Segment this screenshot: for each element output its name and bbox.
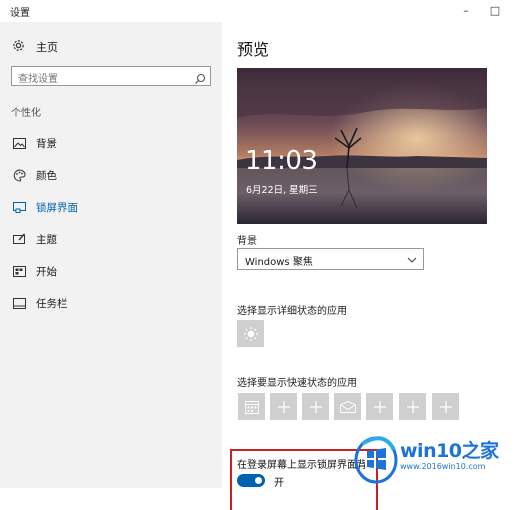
main-content: 预览 11:03 6月22日, 星期三 背景 Windows 聚焦 选择显示详细… [222, 22, 523, 510]
minimize-button[interactable]: – [452, 2, 480, 20]
detail-status-tile[interactable] [237, 320, 264, 347]
sidebar-item-label: 锁屏界面 [36, 201, 78, 214]
lock-bg-toggle[interactable] [237, 474, 265, 487]
chevron-down-icon [407, 255, 417, 266]
gear-icon [10, 39, 26, 55]
quick-status-tile-calendar[interactable] [238, 393, 265, 420]
watermark-url: www.2016win10.com [400, 462, 486, 471]
lock-bg-on-signin-label: 在登录屏幕上显示锁屏界面背 [237, 460, 365, 471]
sidebar-item-lock-screen[interactable]: 锁屏界面 [0, 196, 222, 218]
sidebar-item-label: 颜色 [36, 169, 57, 182]
sidebar-item-label: 主题 [36, 233, 57, 246]
mail-icon [339, 400, 356, 413]
maximize-button[interactable]: □ [481, 2, 509, 20]
sidebar: 主页 个性化 背景 颜色 锁屏界面 主题 开始 [0, 22, 222, 488]
title-bar: 设置 – □ [0, 0, 523, 22]
plus-icon [309, 400, 322, 413]
quick-status-tile-mail[interactable] [334, 393, 361, 420]
sidebar-item-colors[interactable]: 颜色 [0, 164, 222, 186]
detail-status-label: 选择显示详细状态的应用 [237, 306, 347, 317]
background-select[interactable]: Windows 聚焦 [237, 248, 424, 270]
window-title: 设置 [10, 8, 30, 19]
brightness-icon [243, 326, 259, 342]
watermark-name: win10之家 [400, 440, 499, 462]
win10-logo-icon [354, 436, 398, 484]
preview-date: 6月22日, 星期三 [246, 185, 318, 196]
search-input[interactable] [12, 70, 188, 89]
sidebar-item-label: 背景 [36, 137, 57, 150]
sidebar-item-themes[interactable]: 主题 [0, 228, 222, 250]
background-select-value: Windows 聚焦 [245, 257, 313, 268]
quick-status-tile-add[interactable] [302, 393, 329, 420]
start-icon [12, 264, 26, 278]
calendar-icon [244, 400, 259, 414]
section-label: 个性化 [11, 108, 41, 119]
toggle-state-label: 开 [274, 478, 284, 489]
sidebar-item-label: 开始 [36, 265, 57, 278]
preview-time: 11:03 [245, 146, 318, 176]
sidebar-item-taskbar[interactable]: 任务栏 [0, 292, 222, 314]
background-label: 背景 [237, 236, 257, 247]
search-icon[interactable] [194, 70, 206, 84]
watermark: win10之家 www.2016win10.com [352, 432, 523, 488]
page-title: 预览 [237, 40, 270, 59]
home-label: 主页 [36, 41, 58, 54]
search-box[interactable] [11, 66, 211, 89]
plus-icon [277, 400, 290, 413]
quick-status-tile-add[interactable] [399, 393, 426, 420]
quick-status-tile-add[interactable] [432, 393, 459, 420]
sidebar-item-background[interactable]: 背景 [0, 132, 222, 154]
quick-status-label: 选择要显示快速状态的应用 [237, 378, 357, 389]
plus-icon [373, 400, 386, 413]
plus-icon [439, 400, 452, 413]
plus-icon [406, 400, 419, 413]
sidebar-item-label: 任务栏 [36, 297, 68, 310]
toggle-knob [255, 477, 262, 484]
lock-screen-preview: 11:03 6月22日, 星期三 [237, 68, 487, 224]
taskbar-icon [12, 296, 26, 310]
quick-status-tile-add[interactable] [366, 393, 393, 420]
image-icon [12, 136, 26, 150]
palette-icon [12, 168, 26, 182]
quick-status-tile-add[interactable] [270, 393, 297, 420]
theme-icon [12, 232, 26, 246]
lock-screen-icon [12, 200, 26, 214]
home-nav-item[interactable]: 主页 [10, 38, 58, 56]
sidebar-item-start[interactable]: 开始 [0, 260, 222, 282]
